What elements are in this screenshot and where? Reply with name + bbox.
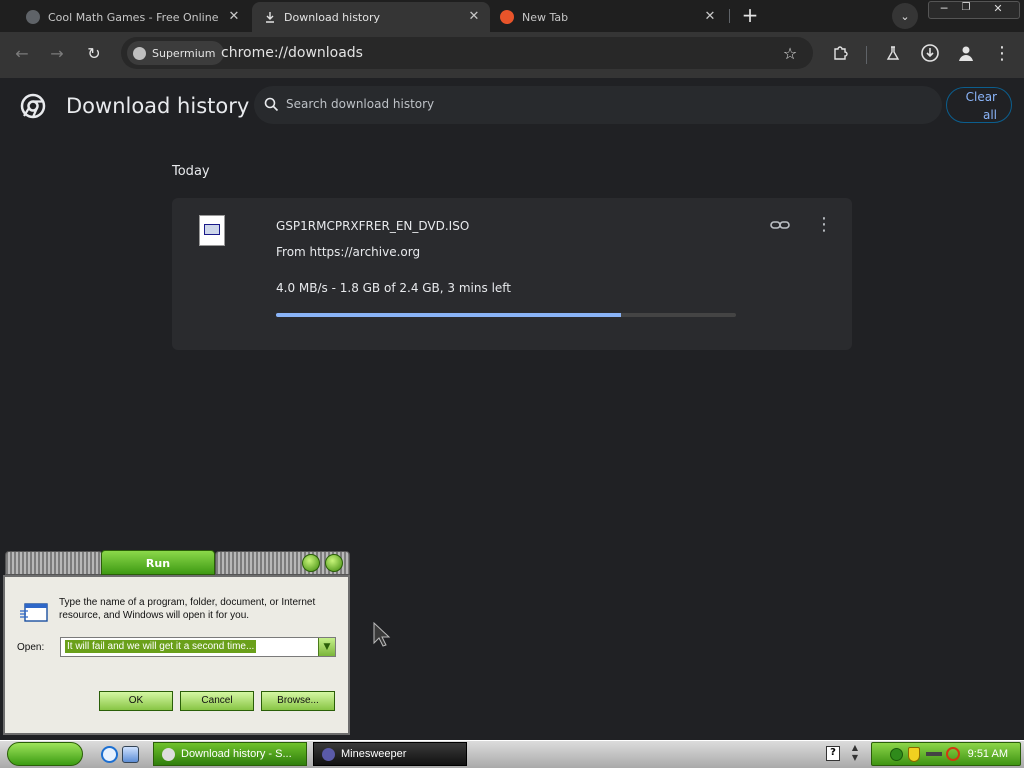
bookmark-star-icon[interactable]: ☆ bbox=[777, 40, 803, 66]
download-progress-bar bbox=[276, 313, 736, 317]
disc-image-file-icon bbox=[199, 215, 225, 246]
cancel-button[interactable]: Cancel bbox=[180, 691, 254, 711]
chrome-logo-icon bbox=[20, 93, 46, 119]
open-input-value[interactable]: It will fail and we will get it a second… bbox=[65, 640, 257, 653]
search-icon bbox=[264, 97, 279, 112]
omnibox[interactable]: Supermium chrome://downloads ☆ bbox=[121, 37, 813, 69]
run-dialog-title: Run bbox=[101, 550, 215, 575]
supermium-logo-icon bbox=[162, 747, 175, 761]
tab-strip: Cool Math Games - Free Online Ga ✕ Downl… bbox=[0, 0, 1024, 32]
toolbar-separator bbox=[866, 46, 867, 64]
close-title-icon[interactable] bbox=[325, 554, 343, 572]
extensions-puzzle-icon[interactable] bbox=[827, 40, 853, 66]
search-placeholder: Search download history bbox=[286, 97, 435, 111]
tab-download-history[interactable]: Download history ✕ bbox=[252, 2, 490, 32]
url-text[interactable]: chrome://downloads bbox=[221, 45, 363, 61]
supermium-logo-icon bbox=[133, 46, 146, 60]
start-button[interactable] bbox=[7, 742, 83, 766]
download-filename[interactable]: GSP1RMCPRXFRER_EN_DVD.ISO bbox=[276, 219, 469, 233]
tab-separator bbox=[729, 9, 730, 23]
run-program-icon bbox=[19, 601, 51, 625]
new-tab-icon[interactable]: + bbox=[737, 2, 763, 28]
security-shield-icon[interactable] bbox=[908, 747, 920, 762]
window-controls: ─ ❐ ✕ bbox=[928, 1, 1020, 19]
search-tray-icon[interactable] bbox=[946, 747, 960, 761]
browser-menu-icon[interactable]: ⋮ bbox=[989, 40, 1015, 66]
forward-arrow-icon[interactable]: → bbox=[44, 40, 70, 66]
internet-explorer-icon[interactable] bbox=[101, 746, 118, 763]
search-downloads-input[interactable]: Search download history bbox=[254, 86, 942, 124]
run-dialog-message: Type the name of a program, folder, docu… bbox=[59, 597, 316, 621]
close-window-icon[interactable]: ✕ bbox=[987, 2, 1009, 18]
back-arrow-icon[interactable]: ← bbox=[9, 40, 35, 66]
restore-icon[interactable]: ❐ bbox=[955, 2, 977, 18]
downloads-indicator-icon[interactable] bbox=[917, 40, 943, 66]
browse-button[interactable]: Browse... bbox=[261, 691, 335, 711]
labs-flask-icon[interactable] bbox=[880, 40, 906, 66]
taskbar: Download history - S... Minesweeper ? ▲ ▼… bbox=[0, 740, 1024, 768]
close-tab-icon[interactable]: ✕ bbox=[466, 9, 482, 25]
browser-toolbar: ← → ↻ Supermium chrome://downloads ☆ ⋮ bbox=[0, 32, 1024, 78]
open-label: Open: bbox=[17, 642, 45, 653]
download-icon bbox=[266, 12, 274, 23]
quick-launch-icon[interactable] bbox=[122, 746, 139, 763]
dropdown-chevron-icon[interactable]: ▼ bbox=[318, 638, 335, 656]
network-icon[interactable] bbox=[890, 748, 903, 761]
section-heading-today: Today bbox=[172, 164, 210, 179]
copy-link-icon[interactable] bbox=[769, 214, 791, 236]
close-tab-icon[interactable]: ✕ bbox=[226, 9, 242, 25]
download-progress-fill bbox=[276, 313, 621, 317]
page-title: Download history bbox=[66, 94, 250, 118]
reload-icon[interactable]: ↻ bbox=[81, 40, 107, 66]
tab-search-chevron-icon[interactable]: ⌄ bbox=[892, 3, 918, 29]
profile-avatar-icon[interactable] bbox=[953, 40, 979, 66]
mouse-cursor-icon bbox=[373, 622, 391, 647]
tab-cool-math-games[interactable]: Cool Math Games - Free Online Ga ✕ bbox=[14, 2, 250, 32]
title-bar-grip-left[interactable] bbox=[5, 551, 103, 575]
run-dialog: Run Type the name of a program, folder, … bbox=[3, 548, 350, 735]
open-combobox[interactable]: It will fail and we will get it a second… bbox=[60, 637, 336, 657]
close-tab-icon[interactable]: ✕ bbox=[702, 9, 718, 25]
ok-button[interactable]: OK bbox=[99, 691, 173, 711]
clear-all-button[interactable]: Clear all bbox=[946, 87, 1012, 123]
help-title-icon[interactable] bbox=[302, 554, 320, 572]
tray-expand-icon[interactable]: ▲ ▼ bbox=[849, 743, 861, 763]
download-source: From https://archive.org bbox=[276, 245, 421, 259]
minesweeper-icon bbox=[322, 747, 335, 761]
tray-app-icon[interactable] bbox=[926, 752, 942, 756]
system-tray: 9:51 AM bbox=[871, 742, 1021, 766]
taskbar-item-minesweeper[interactable]: Minesweeper bbox=[313, 742, 467, 766]
download-status: 4.0 MB/s - 1.8 GB of 2.4 GB, 3 mins left bbox=[276, 281, 512, 295]
help-icon[interactable]: ? bbox=[826, 746, 840, 761]
more-actions-icon[interactable]: ⋮ bbox=[814, 214, 834, 236]
tab-new-tab[interactable]: New Tab ✕ bbox=[490, 2, 726, 32]
browser-logo-icon bbox=[500, 10, 514, 24]
globe-icon bbox=[26, 10, 40, 24]
minimize-icon[interactable]: ─ bbox=[933, 2, 955, 18]
site-info-chip[interactable]: Supermium bbox=[127, 41, 224, 65]
download-item: GSP1RMCPRXFRER_EN_DVD.ISO From https://a… bbox=[172, 198, 852, 350]
taskbar-item-download-history[interactable]: Download history - S... bbox=[153, 742, 307, 766]
clock[interactable]: 9:51 AM bbox=[968, 748, 1008, 760]
